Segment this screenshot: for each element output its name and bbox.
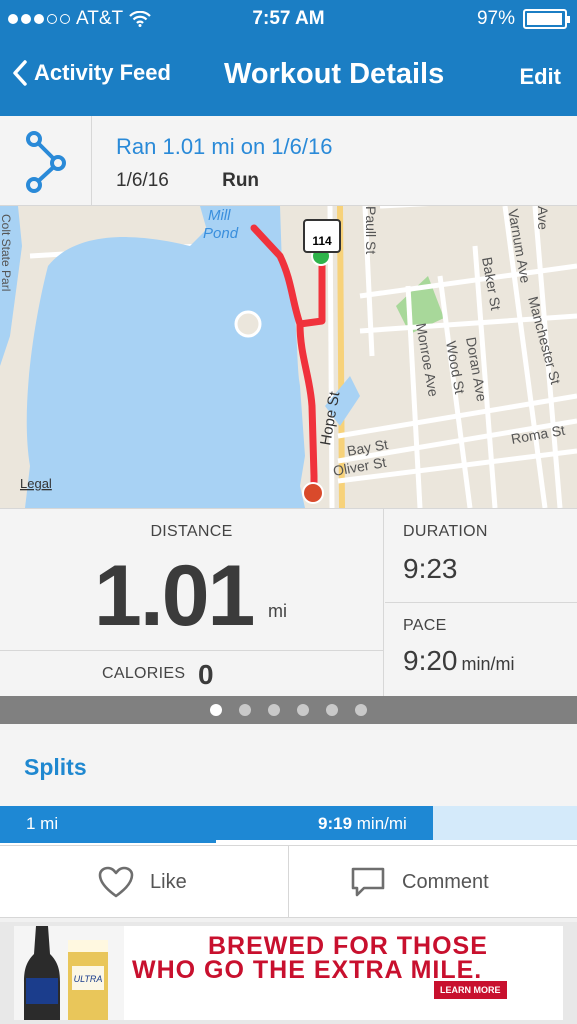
map-label-wood-st: Wood St	[443, 340, 468, 396]
route-icon	[25, 131, 66, 193]
action-bar: Like Comment	[0, 846, 577, 918]
split-pace-unit: min/mi	[356, 814, 407, 833]
map-label-ave: Ave	[535, 206, 551, 230]
beer-bottles-image: ULTRA	[14, 926, 124, 1020]
map-label-paull-st: Paull St	[363, 206, 379, 254]
battery-percent: 97%	[476, 8, 515, 29]
page-dot[interactable]	[268, 704, 280, 716]
back-button[interactable]: Activity Feed	[12, 60, 171, 86]
split-scroll-thumb	[0, 840, 216, 843]
activity-title[interactable]: Ran 1.01 mi on 1/6/16	[116, 134, 332, 160]
ad-content: ULTRA BREWED FOR THOSE WHO GO THE EXTRA …	[14, 926, 563, 1020]
action-divider	[288, 846, 289, 918]
map-label-manchester-st: Manchester St	[525, 295, 564, 386]
comment-label: Comment	[402, 870, 489, 893]
page-title: Workout Details	[224, 58, 445, 90]
stats-panel: DISTANCE 1.01 mi CALORIES 0 DURATION 9:2…	[0, 508, 577, 697]
page-dot[interactable]	[210, 704, 222, 716]
map-island	[234, 310, 262, 338]
like-button[interactable]: Like	[98, 846, 187, 918]
calories-stat: CALORIES 0	[0, 651, 384, 697]
page-dot[interactable]	[326, 704, 338, 716]
status-right: 97%	[476, 8, 570, 30]
duration-stat: DURATION 9:23	[385, 509, 577, 603]
split-row: 1 mi 9:19 min/mi	[0, 806, 577, 840]
split-pace-value: 9:19	[318, 814, 353, 833]
map-label-mill: Mill	[208, 207, 231, 224]
status-bar: AT&T 7:57 AM 97%	[0, 0, 577, 38]
map-label-pond: Pond	[203, 225, 239, 242]
end-marker	[302, 482, 324, 504]
map-label-state-park: Colt State Parl	[0, 214, 13, 291]
duration-label: DURATION	[403, 523, 488, 540]
heart-icon	[98, 866, 134, 898]
edit-button[interactable]: Edit	[519, 64, 561, 90]
map-canvas: 114 Mill Pond Hope St Bay St Oliver St R…	[0, 206, 577, 508]
splits-section: Splits	[0, 724, 577, 806]
battery-icon	[523, 9, 570, 29]
comment-button[interactable]: Comment	[350, 846, 489, 918]
page-dot[interactable]	[355, 704, 367, 716]
pace-label: PACE	[403, 617, 447, 634]
pace-value-wrap: 9:20 min/mi	[403, 645, 515, 677]
calories-label: CALORIES	[102, 665, 186, 682]
map-legal-link[interactable]: Legal	[20, 476, 52, 491]
back-label: Activity Feed	[34, 60, 171, 85]
activity-subtitle: 1/6/16 Run	[116, 170, 259, 192]
distance-unit: mi	[268, 601, 287, 621]
splits-title: Splits	[24, 754, 87, 780]
split-label: 1 mi	[26, 814, 59, 833]
distance-value: 1.01	[94, 548, 255, 644]
nav-bar: Activity Feed Workout Details Edit	[0, 50, 577, 106]
ad-learn-more-button[interactable]: LEARN MORE	[434, 981, 507, 999]
page-dot[interactable]	[239, 704, 251, 716]
like-label: Like	[150, 870, 187, 893]
top-bar: AT&T 7:57 AM 97% Activity Feed Workout D…	[0, 0, 577, 116]
comment-icon	[351, 867, 385, 897]
pace-stat: PACE 9:20 min/mi	[385, 603, 577, 697]
chevron-left-icon	[13, 60, 27, 86]
advertisement-banner[interactable]: ULTRA BREWED FOR THOSE WHO GO THE EXTRA …	[0, 922, 577, 1024]
page-indicator[interactable]	[0, 696, 577, 724]
split-pace: 9:19 min/mi	[318, 814, 407, 834]
route-shield-number: 114	[312, 234, 332, 248]
duration-value: 9:23	[403, 553, 458, 584]
calories-value: 0	[198, 659, 214, 690]
map-label-baker-st: Baker St	[479, 256, 504, 312]
distance-label: DISTANCE	[150, 523, 233, 540]
activity-header: Ran 1.01 mi on 1/6/16 1/6/16 Run	[0, 116, 577, 206]
activity-date: 1/6/16	[116, 170, 169, 191]
activity-type: Run	[222, 170, 260, 191]
pace-value: 9:20	[403, 645, 458, 676]
pace-unit: min/mi	[461, 654, 515, 674]
distance-stat: DISTANCE 1.01 mi	[0, 509, 384, 651]
svg-text:ULTRA: ULTRA	[74, 974, 103, 984]
route-icon-box	[0, 116, 92, 206]
map-label-monroe-ave: Monroe Ave	[413, 322, 442, 398]
battery-fill	[527, 13, 562, 25]
route-map[interactable]: 114 Mill Pond Hope St Bay St Oliver St R…	[0, 206, 577, 508]
ad-headline-line2: WHO GO THE EXTRA MILE.	[132, 956, 483, 984]
page-dot[interactable]	[297, 704, 309, 716]
